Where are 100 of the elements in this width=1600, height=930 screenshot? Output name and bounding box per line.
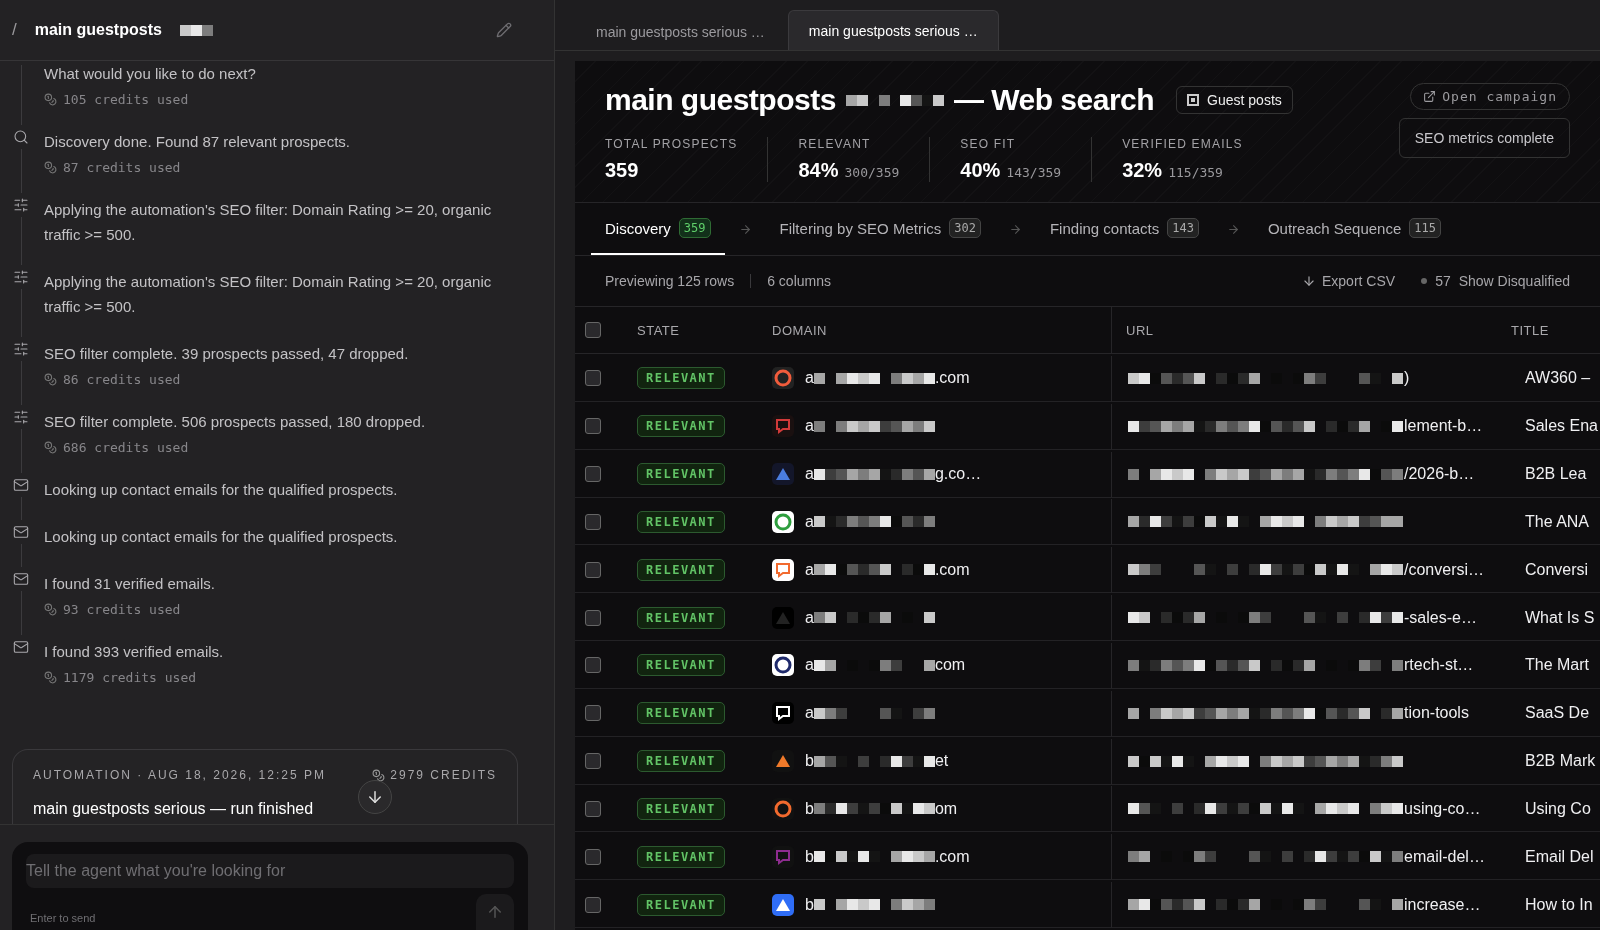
title-text: Email Del xyxy=(1524,847,1594,866)
sliders-icon xyxy=(13,197,29,213)
timeline-message: Applying the automation's SEO filter: Domain Rating >= 20, organic traffic >= 500. xyxy=(44,272,493,317)
stat-label: RELEVANT xyxy=(798,137,872,151)
state-tag: RELEVANT xyxy=(637,415,725,438)
stat-value: 84% xyxy=(798,159,839,182)
column-header[interactable]: URL xyxy=(1126,322,1154,338)
timeline-message: SEO filter complete. 39 prospects passed, 47 dropped. xyxy=(44,344,410,364)
pencil-icon[interactable] xyxy=(496,22,512,38)
domain-text: a xyxy=(805,512,814,531)
campaign-title: main guestposts xyxy=(605,83,836,117)
tab[interactable]: main guestposts serious … xyxy=(787,10,999,50)
arrow-icon xyxy=(1226,222,1240,236)
url-text: rtech-st… xyxy=(1404,656,1474,675)
timeline-message: I found 31 verified emails. xyxy=(44,574,216,594)
domain-text: g.co… xyxy=(934,465,982,484)
credits-used: 686 credits used xyxy=(63,440,189,455)
scroll-down-button[interactable] xyxy=(358,780,392,814)
row-checkbox[interactable] xyxy=(585,418,601,435)
row-checkbox[interactable] xyxy=(585,800,601,817)
timeline-message: Looking up contact emails for the qualified prospects. xyxy=(44,527,399,547)
coins-icon xyxy=(44,671,57,684)
envelope-icon xyxy=(13,571,29,587)
url-text: increase… xyxy=(1404,895,1481,914)
tab[interactable]: main guestposts serious … xyxy=(575,12,786,50)
row-checkbox[interactable] xyxy=(585,466,601,483)
state-tag: RELEVANT xyxy=(637,893,725,916)
domain-text: a xyxy=(805,704,814,723)
message-input[interactable]: Tell the agent what you're looking for xyxy=(26,854,514,888)
download-icon xyxy=(1302,274,1316,288)
title-text: Using Co xyxy=(1524,799,1591,818)
domain-text: b xyxy=(805,799,814,818)
row-checkbox[interactable] xyxy=(585,705,601,722)
search-icon xyxy=(13,129,29,145)
status-button[interactable]: SEO metrics complete xyxy=(1398,118,1570,158)
title-text: The ANA xyxy=(1524,512,1590,531)
coins-icon xyxy=(44,161,57,174)
stat-value: 40% xyxy=(960,159,1001,182)
coins-icon xyxy=(44,93,57,106)
row-count: Previewing 125 rows xyxy=(605,273,735,289)
timeline-message: What would you like to do next? xyxy=(44,64,257,84)
column-header[interactable]: TITLE xyxy=(1511,322,1549,338)
state-tag: RELEVANT xyxy=(637,654,725,677)
domain-text: b xyxy=(805,847,814,866)
url-text: ) xyxy=(1404,369,1410,388)
url-text: using-co… xyxy=(1404,799,1481,818)
url-text: -sales-e… xyxy=(1404,608,1477,627)
stat-label: TOTAL PROSPECTS xyxy=(605,137,738,151)
credits-used: 93 credits used xyxy=(63,602,181,617)
row-checkbox[interactable] xyxy=(585,896,601,913)
state-tag: RELEVANT xyxy=(637,606,725,629)
sliders-icon xyxy=(13,269,29,285)
stat-fraction: 115/359 xyxy=(1168,165,1223,180)
send-button[interactable] xyxy=(476,894,514,930)
row-checkbox[interactable] xyxy=(585,513,601,530)
title-text: B2B Lea xyxy=(1524,465,1587,484)
stat-fraction: 143/359 xyxy=(1006,165,1062,180)
column-header[interactable]: DOMAIN xyxy=(772,322,827,338)
domain-text: b xyxy=(805,752,814,771)
state-tag: RELEVANT xyxy=(637,510,725,533)
url-text: lement-b… xyxy=(1404,417,1483,436)
row-checkbox[interactable] xyxy=(585,609,601,626)
redaction-mosaic xyxy=(845,94,890,106)
export-button[interactable]: Export CSV xyxy=(1302,273,1396,289)
chat-title: main guestposts xyxy=(34,21,162,39)
domain-text: b xyxy=(805,895,814,914)
square-icon xyxy=(1187,94,1200,106)
column-count: 6 columns xyxy=(767,273,831,289)
state-tag: RELEVANT xyxy=(637,702,725,725)
timeline-message: Discovery done. Found 87 relevant prospects. xyxy=(44,132,351,152)
state-tag: RELEVANT xyxy=(637,845,725,868)
row-checkbox[interactable] xyxy=(585,753,601,770)
breadcrumb-separator: / xyxy=(12,20,17,40)
domain-text: .com xyxy=(934,369,970,388)
domain-text: et xyxy=(934,752,949,771)
arrow-icon xyxy=(1008,222,1022,236)
run-title: main guestposts serious — run finished xyxy=(33,800,315,818)
pipeline-tab[interactable]: Discovery 359 xyxy=(591,203,725,255)
external-link-icon xyxy=(1423,90,1437,103)
pipeline-tab[interactable]: Filtering by SEO Metrics 302 xyxy=(765,203,995,255)
title-text: The Mart xyxy=(1524,656,1589,675)
credits-used: 105 credits used xyxy=(63,92,189,107)
sliders-icon xyxy=(13,409,29,425)
state-tag: RELEVANT xyxy=(637,558,725,581)
credits-used: 86 credits used xyxy=(63,372,181,387)
row-checkbox[interactable] xyxy=(585,657,601,674)
select-all-checkbox[interactable] xyxy=(585,322,601,338)
pipeline-tab[interactable]: Finding contacts 143 xyxy=(1035,203,1213,255)
pipeline-tab[interactable]: Outreach Sequence 115 xyxy=(1253,203,1455,255)
column-header[interactable]: STATE xyxy=(627,322,680,338)
state-tag: RELEVANT xyxy=(637,367,725,390)
coins-icon xyxy=(44,373,57,386)
row-checkbox[interactable] xyxy=(585,370,601,387)
send-hint: Enter to send xyxy=(29,912,96,926)
row-checkbox[interactable] xyxy=(585,561,601,578)
coins-icon xyxy=(44,603,57,616)
envelope-icon xyxy=(13,477,29,493)
show-disqualified-button[interactable]: 57 Show Disqualified xyxy=(1421,273,1570,289)
envelope-icon xyxy=(13,639,29,655)
row-checkbox[interactable] xyxy=(585,848,601,865)
